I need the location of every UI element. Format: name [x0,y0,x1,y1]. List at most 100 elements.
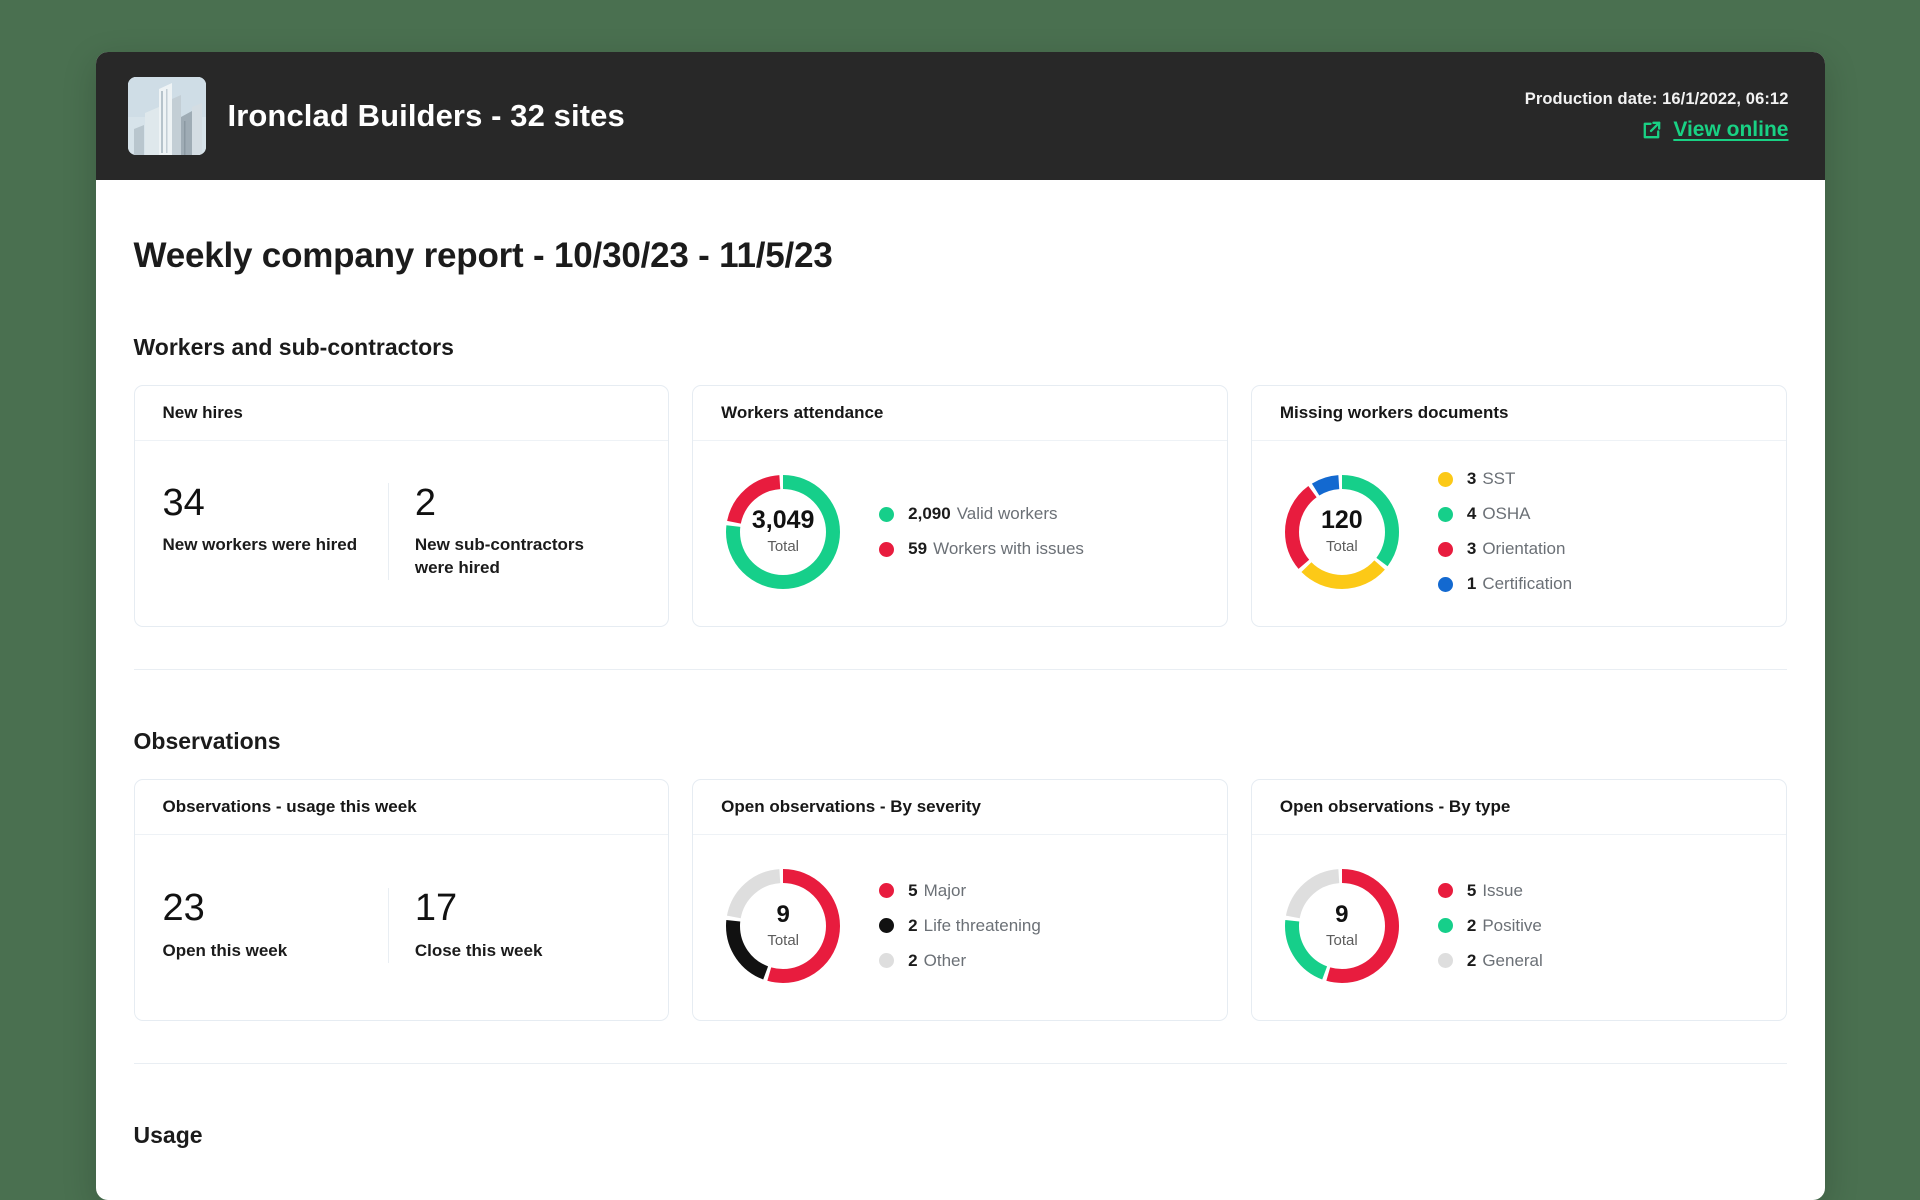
stat-value: 23 [162,887,205,930]
legend-value: 59 [908,539,928,558]
card-open-by-severity: Open observations - By severity 9 Total [692,779,1228,1021]
donut-chart-open-by-type: 9 Total 5 Issue 2 Positive 2 General [1280,864,1758,988]
legend-dot-icon [879,506,895,522]
donut-chart-open-by-severity: 9 Total 5 Major 2 Life threatening 2 Oth… [721,864,1199,988]
legend-text: 2 Other [908,951,966,971]
external-link-icon [1643,121,1661,138]
legend-value: 4 [1466,504,1477,523]
donut-total-label: Total [767,538,800,555]
card-body-new-hires: 34 New workers were hired 2 New sub-cont… [135,441,669,626]
legend-value: 2,090 [908,504,951,523]
legend-value: 2 [1466,950,1477,970]
stat-label: New workers were hired [162,535,358,555]
stat-label: Close this week [414,940,543,960]
section-divider [133,669,1787,670]
card-title-workers-attendance: Workers attendance [693,386,1227,441]
header-right: Production date: 16/1/2022, 06:12 View o… [1525,90,1789,142]
stat-value: 2 [414,481,436,524]
legend-label: General [1482,950,1543,970]
legend-dot-icon [1437,918,1453,933]
card-open-by-type: Open observations - By type 9 Total 5 Is… [1250,779,1787,1021]
legend-label: Issue [1482,880,1523,900]
card-missing-documents: Missing workers documents 120 Total 3 SS… [1250,385,1787,627]
card-new-hires: New hires 34 New workers were hired 2 Ne… [133,385,670,627]
stat-close-this-week: 17 Close this week [387,887,640,963]
donut-center: 3,049 Total [721,470,845,594]
legend-item: 4 OSHA [1437,504,1572,524]
card-title-open-by-severity: Open observations - By severity [693,780,1227,835]
donut-graphic: 9 Total [721,864,845,988]
workers-card-row: New hires 34 New workers were hired 2 Ne… [133,385,1787,627]
donut-graphic: 9 Total [1280,864,1404,988]
stat-group: 34 New workers were hired 2 New sub-cont… [162,481,641,581]
stat-new-subcontractors: 2 New sub-contractors were hired [387,481,640,581]
legend-item: 2 Positive [1437,916,1543,936]
legend-label: Certification [1482,574,1573,593]
view-online-link[interactable]: View online [1525,118,1789,142]
stat-new-workers: 34 New workers were hired [162,481,388,581]
section-title-workers: Workers and sub-contractors [133,334,454,360]
section-title-observations: Observations [133,728,281,754]
donut-center: 9 Total [721,864,845,988]
legend-text: 2,090 Valid workers [908,504,1057,524]
card-title-missing-documents: Missing workers documents [1251,386,1786,441]
card-body-observations-usage: 23 Open this week 17 Close this week [135,835,669,1020]
legend-item: 2,090 Valid workers [879,504,1084,524]
donut-total-value: 9 [1335,900,1349,928]
legend-label: Valid workers [956,504,1058,523]
legend-label: Life threatening [923,915,1041,935]
legend-dot-icon [1437,541,1453,557]
legend-text: 2 General [1467,951,1543,971]
legend-label: OSHA [1482,504,1531,523]
stat-group: 23 Open this week 17 Close this week [162,887,641,963]
legend-text: 1 Certification [1467,574,1572,594]
legend: 5 Major 2 Life threatening 2 Other [879,881,1041,971]
donut-center: 9 Total [1280,864,1404,988]
report-container: Ironclad Builders - 32 sites Production … [95,52,1825,1200]
page-background: Ironclad Builders - 32 sites Production … [0,0,1920,1200]
legend-value: 5 [1466,880,1477,900]
donut-graphic: 120 Total [1280,470,1404,594]
donut-total-value: 3,049 [751,506,815,534]
legend-dot-icon [879,541,895,557]
legend-item: 2 Other [879,951,1041,971]
card-workers-attendance: Workers attendance 3,049 Total 2,090 Val… [692,385,1228,627]
donut-total-value: 9 [776,900,790,928]
card-title-open-by-type: Open observations - By type [1251,780,1786,835]
legend-text: 2 Life threatening [908,916,1041,936]
legend-dot-icon [879,883,895,898]
production-date: Production date: 16/1/2022, 06:12 [1524,90,1789,108]
legend: 2,090 Valid workers 59 Workers with issu… [879,504,1084,559]
stat-label: Open this week [162,940,288,960]
stat-value: 17 [414,887,458,930]
company-title: Ironclad Builders - 32 sites [227,98,625,133]
legend-text: 2 Positive [1467,916,1542,936]
donut-center: 120 Total [1280,470,1404,594]
legend-value: 2 [908,950,918,970]
legend-item: 1 Certification [1437,574,1572,594]
legend-value: 3 [1466,469,1477,488]
legend-label: Workers with issues [933,539,1084,558]
view-online-label: View online [1673,118,1789,141]
legend-label: Positive [1482,915,1542,935]
legend: 3 SST 4 OSHA 3 Orientation 1 Certificati… [1437,469,1572,594]
card-observations-usage: Observations - usage this week 23 Open t… [133,779,670,1021]
legend-value: 2 [1466,915,1477,935]
legend-text: 3 SST [1467,469,1516,489]
stat-label: New sub-contractors were hired [414,535,584,578]
stat-value: 34 [162,481,205,524]
legend-label: Orientation [1482,539,1566,558]
donut-total-label: Total [1326,931,1358,949]
card-title-observations-usage: Observations - usage this week [134,780,669,835]
legend-dot-icon [1437,576,1453,592]
legend-item: 5 Issue [1437,880,1543,901]
observations-card-row: Observations - usage this week 23 Open t… [133,779,1787,1021]
legend-dot-icon [879,953,895,968]
stat-open-this-week: 23 Open this week [162,887,388,963]
card-title-new-hires: New hires [134,386,669,441]
legend-label: Other [923,950,967,970]
card-body-workers-attendance: 3,049 Total 2,090 Valid workers 59 Worke… [693,441,1227,626]
legend-value: 1 [1466,574,1477,593]
